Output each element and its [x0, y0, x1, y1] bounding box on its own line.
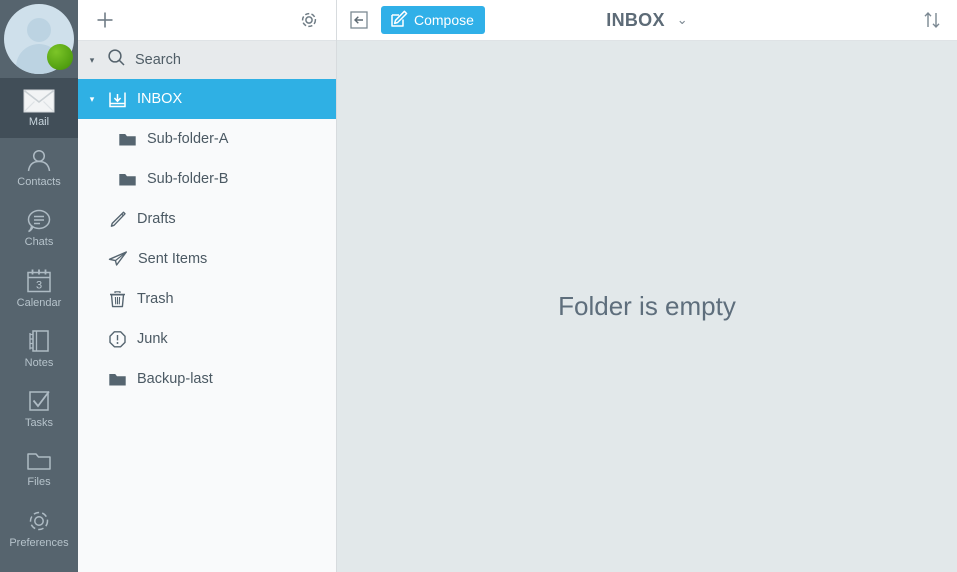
- rail-item-label: Calendar: [16, 296, 62, 309]
- files-icon: [24, 449, 54, 473]
- folder-item-sub-folder-a[interactable]: Sub-folder-A: [78, 119, 336, 159]
- inbox-icon: [108, 90, 127, 109]
- rail-item-label: Contacts: [17, 175, 61, 188]
- folder-item-label: Sent Items: [138, 251, 208, 267]
- folder-item-label: Backup-last: [137, 371, 213, 387]
- mail-panel: Compose INBOX ⌄ Folder is empty: [337, 0, 957, 572]
- rail-item-chats[interactable]: Chats: [0, 198, 78, 258]
- rail-item-contacts[interactable]: Contacts: [0, 138, 78, 198]
- calendar-icon: 3: [25, 268, 53, 294]
- online-status-dot: [47, 44, 73, 70]
- rail-item-label: Files: [27, 475, 51, 488]
- folder-item-drafts[interactable]: Drafts: [78, 199, 336, 239]
- rail-item-label: Preferences: [9, 536, 69, 549]
- search-icon: [107, 48, 126, 72]
- gear-icon: [25, 508, 53, 534]
- mail-list-body: Folder is empty: [337, 41, 957, 572]
- folder-item-trash[interactable]: Trash: [78, 279, 336, 319]
- junk-icon: [108, 330, 127, 349]
- tasks-icon: [25, 388, 53, 414]
- avatar[interactable]: [0, 0, 78, 78]
- avatar-head: [27, 18, 51, 42]
- chevron-down-icon[interactable]: ⌄: [677, 12, 688, 28]
- folder-panel: ▾ Search ▾ INBOX Sub-folder-A Sub-folder…: [78, 0, 337, 572]
- add-folder-button[interactable]: [92, 7, 118, 33]
- collapse-left-icon[interactable]: [347, 8, 371, 32]
- paper-plane-icon: [108, 250, 128, 269]
- empty-folder-message: Folder is empty: [558, 291, 736, 321]
- folder-item-label: Sub-folder-A: [147, 131, 229, 147]
- rail-item-mail[interactable]: Mail: [0, 78, 78, 138]
- folder-item-sent-items[interactable]: Sent Items: [78, 239, 336, 279]
- folder-item-label: Sub-folder-B: [147, 171, 229, 187]
- notes-icon: [25, 328, 53, 354]
- compose-label: Compose: [414, 12, 474, 28]
- rail-item-label: Mail: [28, 115, 50, 128]
- mail-icon: [23, 89, 55, 113]
- folder-item-sub-folder-b[interactable]: Sub-folder-B: [78, 159, 336, 199]
- page-title: INBOX: [606, 9, 665, 30]
- folder-icon: [118, 131, 137, 148]
- rail-item-label: Tasks: [24, 416, 54, 429]
- chevron-down-icon[interactable]: ▾: [86, 94, 98, 105]
- chats-icon: [24, 209, 54, 233]
- folder-icon: [108, 371, 127, 388]
- search-label: Search: [135, 52, 181, 68]
- rail-item-preferences[interactable]: Preferences: [0, 498, 78, 558]
- rail-item-label: Chats: [24, 235, 54, 248]
- compose-icon: [390, 10, 408, 31]
- rail-item-tasks[interactable]: Tasks: [0, 378, 78, 438]
- folder-item-label: Junk: [137, 331, 168, 347]
- folder-item-label: INBOX: [137, 91, 183, 107]
- search-row[interactable]: ▾ Search: [78, 41, 336, 79]
- chevron-down-icon[interactable]: ▾: [86, 55, 98, 66]
- compose-button[interactable]: Compose: [381, 6, 485, 34]
- trash-icon: [108, 290, 127, 309]
- folder-settings-button[interactable]: [296, 7, 322, 33]
- rail-item-notes[interactable]: Notes: [0, 318, 78, 378]
- calendar-day-number: 3: [36, 279, 42, 291]
- folder-item-label: Drafts: [137, 211, 176, 227]
- rail-item-label: Notes: [24, 356, 54, 369]
- mail-toolbar: Compose INBOX ⌄: [337, 0, 957, 41]
- pencil-icon: [108, 210, 127, 229]
- folder-item-backup-last[interactable]: Backup-last: [78, 359, 336, 399]
- folder-item-inbox[interactable]: ▾ INBOX: [78, 79, 336, 119]
- sort-button[interactable]: [919, 7, 945, 33]
- rail-item-calendar[interactable]: 3 Calendar: [0, 258, 78, 318]
- folder-item-label: Trash: [137, 291, 174, 307]
- folder-icon: [118, 171, 137, 188]
- app-window: Mail Contacts Chats 3 Calendar Notes Tas…: [0, 0, 957, 572]
- app-rail: Mail Contacts Chats 3 Calendar Notes Tas…: [0, 0, 78, 572]
- rail-item-files[interactable]: Files: [0, 438, 78, 498]
- folder-item-junk[interactable]: Junk: [78, 319, 336, 359]
- contacts-icon: [24, 149, 54, 173]
- folder-toolbar: [78, 0, 336, 41]
